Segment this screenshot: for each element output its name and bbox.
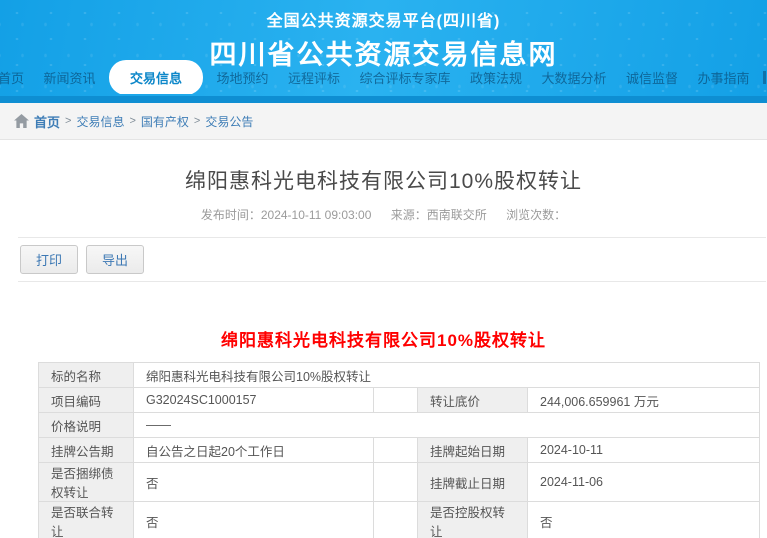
- field-label: 是否联合转让: [39, 502, 134, 538]
- page: 全国公共资源交易平台(四川省) 四川省公共资源交易信息网 首页 新闻资讯 交易信…: [0, 0, 767, 538]
- field-label: 挂牌公告期: [39, 438, 134, 463]
- nav-item-big-data[interactable]: 大数据分析: [536, 61, 613, 94]
- nav-item-trade-info[interactable]: 交易信息: [109, 60, 203, 94]
- field-value: ——: [134, 413, 760, 438]
- nav-item-expert-library[interactable]: 综合评标专家库: [354, 61, 457, 94]
- field-value: 否: [134, 463, 374, 502]
- field-value: 自公告之日起20个工作日: [134, 438, 374, 463]
- breadcrumb-home[interactable]: 首页: [34, 112, 60, 131]
- nav-item-partial[interactable]: [763, 71, 766, 84]
- table-row: 是否联合转让 否 是否控股权转让 否: [39, 502, 760, 538]
- spacer-cell: [374, 438, 418, 463]
- field-label: 挂牌起始日期: [418, 438, 528, 463]
- breadcrumb-state-owned-property[interactable]: 国有产权: [141, 113, 189, 130]
- article-title: 绵阳惠科光电科技有限公司10%股权转让: [0, 165, 767, 195]
- table-row: 价格说明 ——: [39, 413, 760, 438]
- breadcrumb-separator: >: [65, 115, 71, 127]
- field-label: 是否捆绑债权转让: [39, 463, 134, 502]
- toolbar: 打印 导出: [20, 245, 767, 274]
- breadcrumb-trade-announcement[interactable]: 交易公告: [205, 113, 253, 130]
- breadcrumb-trade-info[interactable]: 交易信息: [76, 113, 124, 130]
- breadcrumb: 首页 > 交易信息 > 国有产权 > 交易公告: [0, 103, 767, 140]
- spacer-cell: [374, 463, 418, 502]
- site-banner: 全国公共资源交易平台(四川省) 四川省公共资源交易信息网 首页 新闻资讯 交易信…: [0, 0, 767, 96]
- field-value: 2024-10-11: [528, 438, 760, 463]
- nav-item-integrity[interactable]: 诚信监督: [620, 61, 684, 94]
- field-value: 绵阳惠科光电科技有限公司10%股权转让: [134, 363, 760, 388]
- article-meta: 发布时间：2024-10-11 09:03:00 来源：西南联交所 浏览次数：: [0, 206, 767, 223]
- detail-table: 标的名称 绵阳惠科光电科技有限公司10%股权转让 项目编码 G32024SC10…: [38, 362, 760, 538]
- field-label: 价格说明: [39, 413, 134, 438]
- banner-bottom-strip: [0, 96, 767, 103]
- table-row: 项目编码 G32024SC1000157 转让底价 244,006.659961…: [39, 388, 760, 413]
- field-label: 挂牌截止日期: [418, 463, 528, 502]
- field-label: 项目编码: [39, 388, 134, 413]
- nav-item-guide[interactable]: 办事指南: [692, 61, 756, 94]
- divider: [18, 281, 766, 282]
- table-row: 挂牌公告期 自公告之日起20个工作日 挂牌起始日期 2024-10-11: [39, 438, 760, 463]
- spacer-cell: [374, 388, 418, 413]
- breadcrumb-separator: >: [194, 115, 200, 127]
- field-value: 否: [134, 502, 374, 538]
- spacer-cell: [374, 502, 418, 538]
- view-count: 浏览次数：: [506, 208, 566, 222]
- nav-item-home[interactable]: 首页: [0, 61, 30, 94]
- field-label: 转让底价: [418, 388, 528, 413]
- detail-heading: 绵阳惠科光电科技有限公司10%股权转让: [0, 326, 767, 351]
- field-value: 否: [528, 502, 760, 538]
- nav-item-news[interactable]: 新闻资讯: [38, 61, 102, 94]
- main-content: 绵阳惠科光电科技有限公司10%股权转让 发布时间：2024-10-11 09:0…: [0, 165, 767, 538]
- main-nav: 首页 新闻资讯 交易信息 场地预约 远程评标 综合评标专家库 政策法规 大数据分…: [0, 60, 767, 94]
- divider: [18, 237, 766, 238]
- field-value: 2024-11-06: [528, 463, 760, 502]
- print-button[interactable]: 打印: [20, 245, 78, 274]
- site-subtitle: 全国公共资源交易平台(四川省): [0, 7, 767, 31]
- field-value: G32024SC1000157: [134, 388, 374, 413]
- field-label: 标的名称: [39, 363, 134, 388]
- table-row: 标的名称 绵阳惠科光电科技有限公司10%股权转让: [39, 363, 760, 388]
- field-label: 是否控股权转让: [418, 502, 528, 538]
- nav-item-remote-evaluation[interactable]: 远程评标: [282, 61, 346, 94]
- breadcrumb-separator: >: [129, 115, 135, 127]
- home-icon: [14, 114, 29, 128]
- article-source: 来源：西南联交所: [391, 208, 487, 222]
- nav-item-policies[interactable]: 政策法规: [464, 61, 528, 94]
- field-value: 244,006.659961 万元: [528, 388, 760, 413]
- table-row: 是否捆绑债权转让 否 挂牌截止日期 2024-11-06: [39, 463, 760, 502]
- publish-time: 发布时间：2024-10-11 09:03:00: [201, 208, 372, 222]
- export-button[interactable]: 导出: [86, 245, 144, 274]
- nav-item-venue-booking[interactable]: 场地预约: [211, 61, 275, 94]
